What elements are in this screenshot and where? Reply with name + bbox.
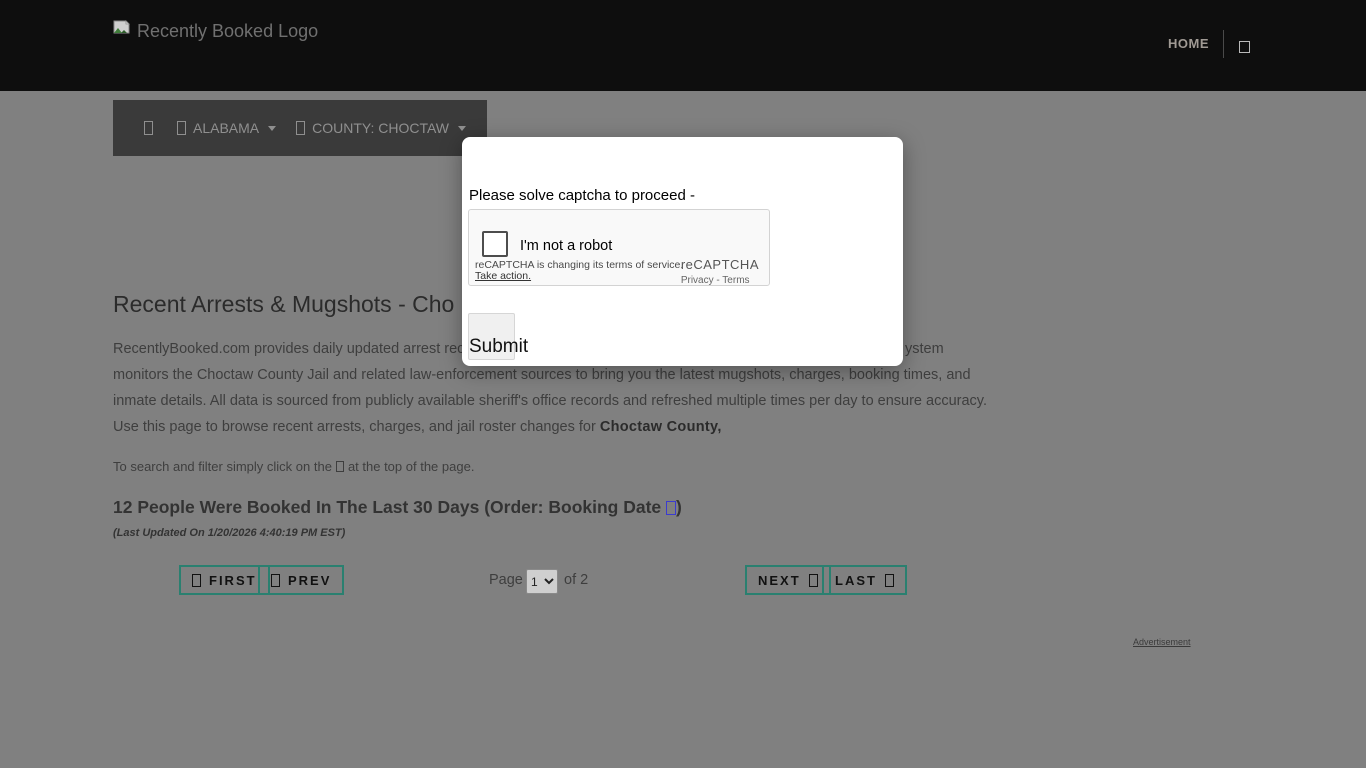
- page-root: Recently Booked Logo HOME ALABAMA COUNTY…: [0, 0, 1366, 768]
- recaptcha-label: I'm not a robot: [520, 238, 613, 254]
- next-page-button[interactable]: NEXT: [745, 565, 831, 595]
- page-select[interactable]: 1: [526, 569, 558, 594]
- intro-county-bold: Choctaw County,: [599, 419, 722, 435]
- chevron-down-icon: [268, 125, 277, 131]
- intro-line-2: monitors the Choctaw County Jail and rel…: [113, 367, 971, 383]
- last-updated-text: (Last Updated On 1/20/2026 4:40:19 PM ES…: [113, 527, 346, 539]
- captcha-caption: Please solve captcha to proceed -: [469, 187, 695, 204]
- prev-page-label: PREV: [288, 572, 332, 588]
- nav-home-icon-item[interactable]: [144, 121, 153, 135]
- recaptcha-tos: reCAPTCHA is changing its terms of servi…: [475, 260, 683, 282]
- filter-note-after: at the top of the page.: [347, 459, 475, 474]
- recaptcha-widget: I'm not a robot reCAPTCHA is changing it…: [468, 209, 770, 286]
- county-dropdown[interactable]: COUNTY: CHOCTAW: [296, 120, 467, 136]
- intro-line-3: inmate details. All data is sourced from…: [113, 393, 988, 409]
- next-page-label: NEXT: [758, 572, 801, 588]
- county-dropdown-label: COUNTY: CHOCTAW: [312, 120, 450, 136]
- recaptcha-take-action-link[interactable]: Take action.: [475, 270, 531, 282]
- captcha-modal: Please solve captcha to proceed - I'm no…: [462, 137, 903, 366]
- prev-page-button[interactable]: PREV: [258, 565, 345, 595]
- recaptcha-brand: reCAPTCHA Privacy - Terms: [681, 257, 759, 286]
- intro-line-4: Use this page to browse recent arrests, …: [113, 419, 722, 435]
- last-page-label: LAST: [835, 572, 877, 588]
- page-count-label: of 2: [564, 572, 589, 588]
- chevron-down-icon: [458, 125, 467, 131]
- state-dropdown-label: ALABAMA: [193, 120, 260, 136]
- site-logo[interactable]: Recently Booked Logo: [113, 20, 318, 42]
- missing-glyph-icon: [1239, 41, 1250, 53]
- first-page-button[interactable]: FIRST: [179, 565, 270, 595]
- missing-glyph-icon: [884, 573, 894, 587]
- missing-glyph-icon: [144, 121, 153, 135]
- submit-button[interactable]: Submit: [468, 313, 528, 360]
- logo-alt-text: Recently Booked Logo: [137, 20, 319, 41]
- search-icon[interactable]: [1239, 38, 1250, 56]
- bookings-heading: 12 People Were Booked In The Last 30 Day…: [113, 497, 682, 518]
- sort-link-missing-glyph-icon[interactable]: [666, 501, 677, 515]
- missing-glyph-icon: [335, 461, 344, 472]
- intro-line-1: RecentlyBooked.com provides daily update…: [113, 341, 493, 357]
- page-title: Recent Arrests & Mugshots - Cho: [113, 291, 455, 317]
- site-header: Recently Booked Logo HOME: [0, 0, 1366, 91]
- missing-glyph-icon: [192, 573, 201, 587]
- state-dropdown[interactable]: ALABAMA: [177, 120, 277, 136]
- page-label: Page: [489, 572, 523, 588]
- advertisement-link[interactable]: Advertisement: [1133, 637, 1191, 647]
- missing-glyph-icon: [177, 121, 186, 135]
- last-page-button[interactable]: LAST: [822, 565, 907, 595]
- missing-glyph-icon: [296, 121, 306, 135]
- bookings-heading-close: ): [676, 497, 682, 517]
- recaptcha-logo-text: reCAPTCHA: [680, 257, 759, 272]
- header-divider: [1223, 30, 1224, 58]
- intro-line-4-text: Use this page to browse recent arrests, …: [113, 419, 600, 435]
- recaptcha-privacy-terms[interactable]: Privacy - Terms: [681, 275, 759, 286]
- broken-image-icon: [113, 20, 131, 42]
- intro-line-1-tail: ystem: [905, 341, 944, 357]
- recaptcha-checkbox[interactable]: [482, 231, 508, 257]
- filter-note-before: To search and filter simply click on the: [113, 459, 332, 474]
- missing-glyph-icon: [808, 573, 818, 587]
- filter-navbar: ALABAMA COUNTY: CHOCTAW: [113, 100, 487, 156]
- first-page-label: FIRST: [209, 572, 257, 588]
- bookings-heading-text: 12 People Were Booked In The Last 30 Day…: [113, 497, 662, 517]
- missing-glyph-icon: [271, 573, 280, 587]
- home-link[interactable]: HOME: [1168, 36, 1209, 51]
- filter-note: To search and filter simply click on the…: [113, 459, 474, 474]
